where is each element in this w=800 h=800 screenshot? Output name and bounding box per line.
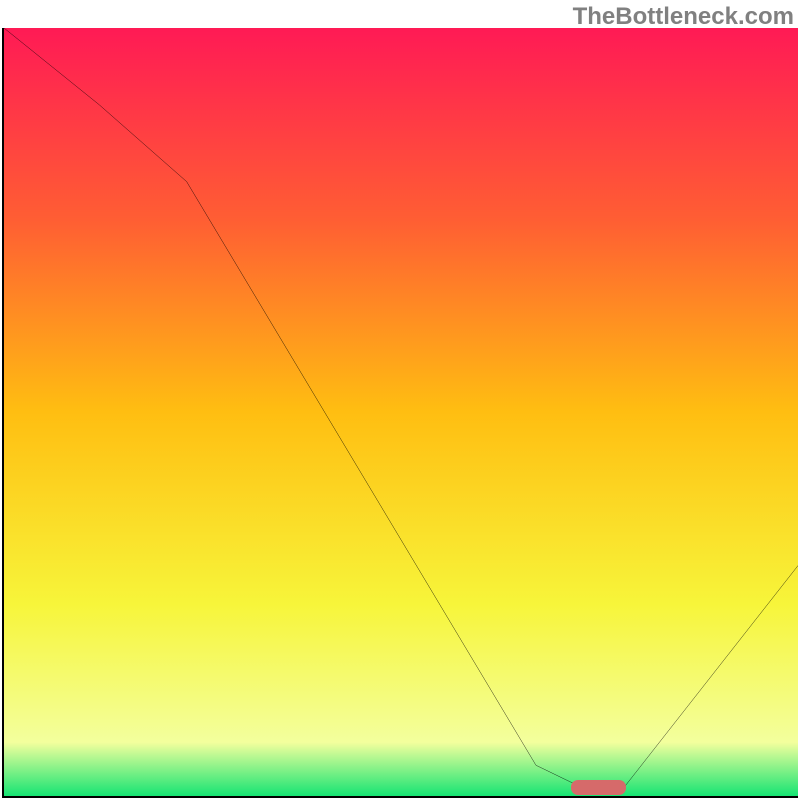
chart-curve-svg [4, 28, 798, 796]
watermark-text: TheBottleneck.com [573, 3, 794, 31]
chart-frame [2, 28, 798, 798]
optimal-point-marker [571, 780, 627, 795]
bottleneck-curve [4, 28, 798, 788]
